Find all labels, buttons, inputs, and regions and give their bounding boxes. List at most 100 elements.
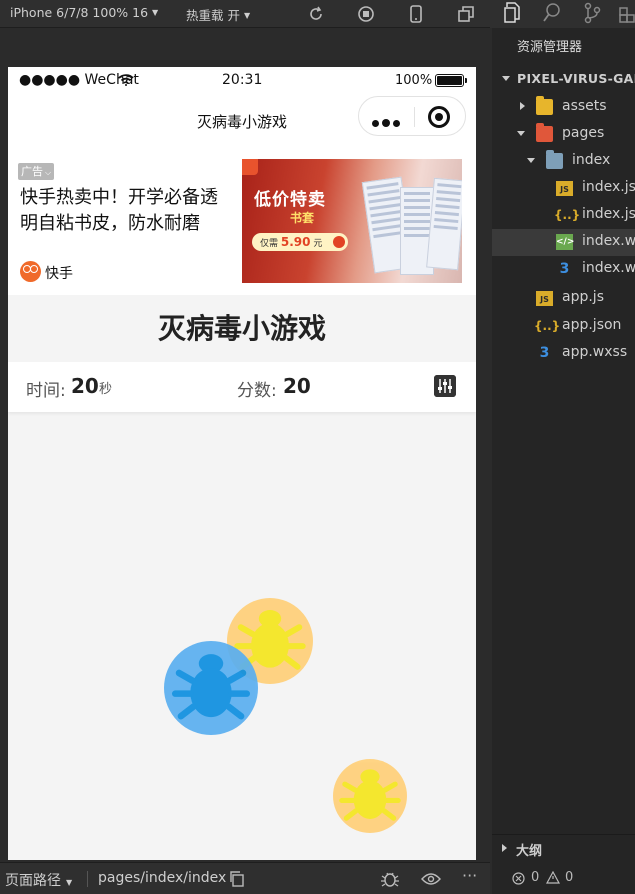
battery-percent: 100% [395, 73, 433, 88]
price-unit: 元 [313, 239, 323, 249]
route-label: 页面路径 [5, 873, 61, 889]
tree-item-label: pages [562, 125, 605, 141]
game-title: 灭病毒小游戏 [157, 312, 326, 345]
route-path: pages/index/index [98, 870, 227, 886]
tree-item-index-js[interactable]: JS index.js [492, 175, 635, 202]
score-bar: 时间: 20 秒 分数: 20 [8, 362, 476, 412]
explorer-files-icon[interactable] [502, 2, 522, 24]
divider [87, 871, 88, 887]
outline-section[interactable]: 大纲 [492, 834, 635, 860]
score-label: 分数: [237, 381, 277, 401]
phone-preview-icon[interactable] [406, 4, 426, 24]
warning-icon [546, 871, 560, 884]
chevron-down-icon: ▼ [152, 8, 159, 17]
chevron-down-icon: ⌵ [45, 168, 52, 177]
tree-item-app-js[interactable]: JS app.js [492, 285, 635, 312]
mini-program-navbar: 灭病毒小游戏 [8, 93, 476, 143]
tree-item-app-wxss[interactable]: 3 app.wxss [492, 340, 635, 367]
ad-image[interactable]: 低价特卖 书套 仅需 5.90 元 [242, 159, 462, 283]
tree-item-label: index.json [582, 206, 635, 222]
capsule-divider [414, 107, 415, 127]
chevron-down-icon: ▼ [243, 11, 251, 20]
phone-simulator: ●●●●● WeChat 20:31 100% 灭病毒小游戏 广告 ⌵ 快手热卖中… [8, 67, 476, 860]
virus-blue[interactable] [164, 641, 258, 735]
folder-yellow-icon [536, 96, 553, 115]
chevron-right-icon [520, 102, 525, 110]
tree-item-label: app.js [562, 289, 604, 305]
ad-description: 快手热卖中！开学必备透明自粘书皮，防水耐磨 [20, 187, 218, 234]
project-root[interactable]: PIXEL-VIRUS-GAME [492, 66, 635, 93]
chevron-down-icon [502, 76, 510, 81]
explorer-title: 资源管理器 [517, 40, 583, 55]
folder-red-icon [536, 123, 553, 142]
eye-preview-icon[interactable] [421, 872, 441, 886]
ad-price-pill: 仅需 5.90 元 [252, 233, 348, 251]
tree-item-index-wxml[interactable]: </> index.wxml [492, 229, 635, 256]
chevron-down-icon [517, 131, 525, 136]
extensions-icon[interactable] [618, 2, 635, 24]
ad-image-subtitle: 书套 [290, 211, 315, 225]
time-label: 时间: [26, 381, 66, 401]
json-file-icon: {..} [554, 208, 581, 222]
detach-window-icon[interactable] [456, 4, 476, 24]
price-prefix: 仅需 [260, 239, 279, 249]
time-value: 20 [71, 374, 99, 398]
wifi-icon [118, 74, 134, 86]
clock-label: 20:31 [222, 72, 263, 88]
tree-item-label: assets [562, 98, 607, 114]
copy-icon[interactable] [229, 871, 245, 887]
kuaishou-logo-icon [20, 261, 41, 282]
arrow-right-icon [333, 236, 345, 248]
chevron-right-icon [502, 844, 507, 852]
simulator-status-bar: 页面路径 ▼ pages/index/index ··· [0, 862, 490, 894]
more-options-icon[interactable]: ··· [462, 866, 477, 885]
search-icon[interactable] [542, 2, 562, 24]
tree-item-label: app.json [562, 317, 622, 333]
tree-item-index-folder[interactable]: index [492, 148, 635, 175]
explorer-panel: 资源管理器 PIXEL-VIRUS-GAME assets pages inde… [492, 28, 635, 894]
debug-bug-icon[interactable] [380, 870, 400, 888]
tree-item-label: index.js [582, 179, 635, 195]
ad-banner[interactable]: 广告 ⌵ 快手热卖中！开学必备透明自粘书皮，防水耐磨 快手 低价特卖 书套 仅需 … [8, 143, 476, 295]
tree-item-index-json[interactable]: {..} index.json [492, 202, 635, 229]
virus-yellow[interactable] [333, 759, 407, 833]
kuaishou-badge-icon [242, 159, 258, 175]
time-unit: 秒 [99, 382, 113, 397]
more-menu-icon[interactable] [372, 112, 403, 131]
settings-sliders-icon[interactable] [434, 375, 456, 397]
tree-item-label: index.wxml [582, 233, 635, 249]
tree-item-assets[interactable]: assets [492, 94, 635, 121]
game-area[interactable] [8, 412, 476, 860]
json-file-icon: {..} [534, 319, 561, 333]
battery-icon [435, 74, 467, 87]
ad-tag[interactable]: 广告 ⌵ [18, 163, 55, 180]
wxss-file-icon: 3 [559, 261, 570, 277]
tree-item-label: index.wxss [582, 260, 635, 276]
close-mini-program-icon[interactable] [428, 106, 450, 128]
device-selector[interactable]: iPhone 6/7/8 100% 16 ▼ [10, 5, 158, 20]
tree-item-label: app.wxss [562, 344, 628, 360]
ad-image-headline: 低价特卖 [254, 190, 326, 210]
tree-item-app-json[interactable]: {..} app.json [492, 313, 635, 340]
chevron-down-icon: ▼ [66, 878, 73, 887]
problems-indicator[interactable]: 0 0 [492, 862, 635, 894]
stop-icon[interactable] [356, 4, 376, 24]
tree-item-pages[interactable]: pages [492, 121, 635, 148]
ad-brand-name: 快手 [45, 266, 73, 282]
tree-item-label: index [572, 152, 611, 168]
route-selector[interactable]: 页面路径 ▼ [5, 870, 72, 890]
capsule-menu [358, 96, 466, 136]
chevron-down-icon [527, 158, 535, 163]
folder-blue-icon [546, 150, 563, 169]
ad-tag-label: 广告 [21, 165, 43, 178]
js-file-icon: JS [536, 291, 553, 306]
simulator-toolbar: iPhone 6/7/8 100% 16 ▼ 热重载 开 ▼ [0, 0, 490, 28]
bug-icon [171, 654, 251, 720]
refresh-icon[interactable] [306, 4, 326, 24]
hot-reload-toggle[interactable]: 热重载 开 ▼ [186, 5, 250, 24]
tree-item-index-wxss[interactable]: 3 index.wxss [492, 256, 635, 283]
js-file-icon: JS [556, 181, 573, 196]
phone-status-bar: ●●●●● WeChat 20:31 100% [8, 67, 476, 93]
source-control-icon[interactable] [582, 2, 602, 24]
wxml-file-icon: </> [556, 234, 574, 250]
